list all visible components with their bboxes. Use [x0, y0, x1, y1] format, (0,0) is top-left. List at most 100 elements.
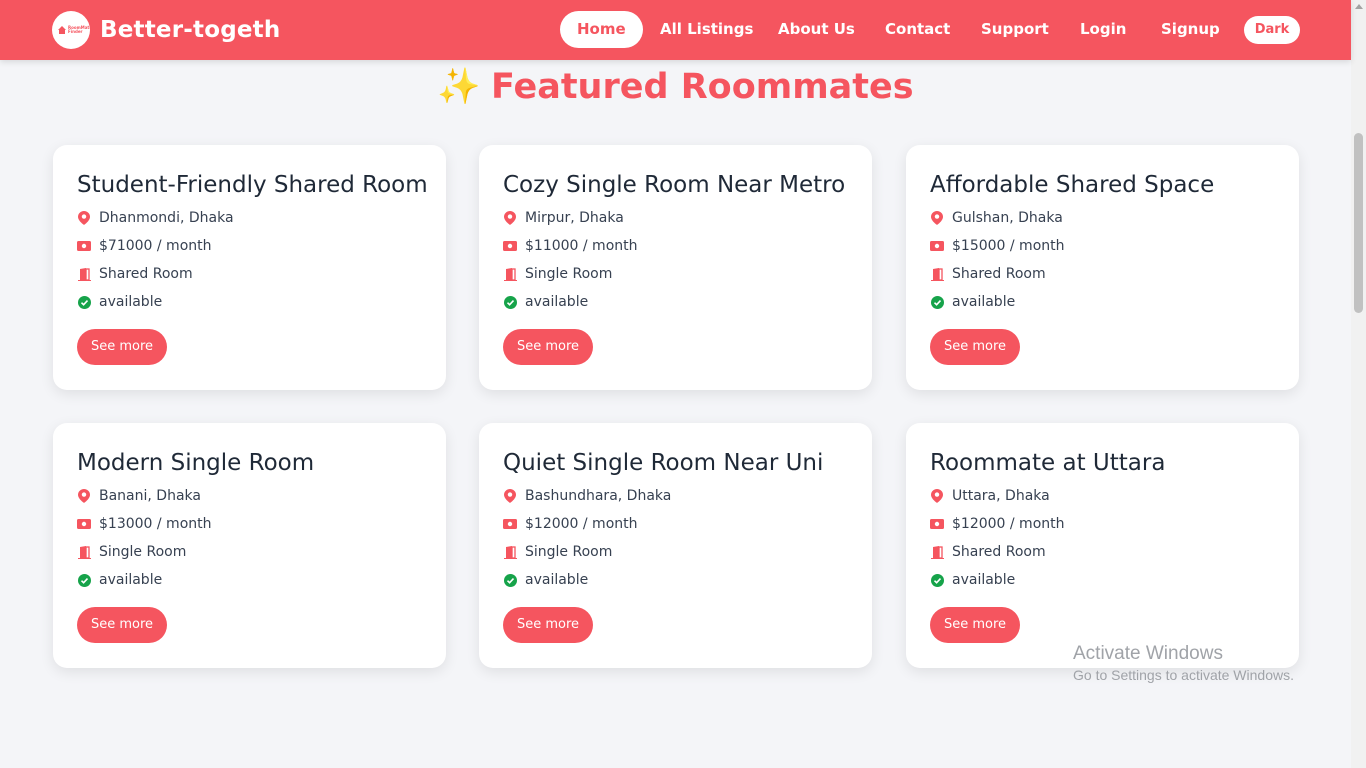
listing-availability: available: [77, 293, 162, 311]
location-text: Uttara, Dhaka: [952, 488, 1050, 504]
listing-availability: available: [77, 571, 162, 589]
listing-room-type: Single Room: [503, 265, 612, 283]
listing-card: Cozy Single Room Near Metro Mirpur, Dhak…: [479, 145, 872, 390]
rent-text: $12000 / month: [525, 516, 638, 532]
see-more-button[interactable]: See more: [503, 607, 593, 643]
nav-link-signup[interactable]: Signup: [1161, 11, 1220, 48]
map-pin-icon: [503, 211, 517, 225]
see-more-button[interactable]: See more: [503, 329, 593, 365]
room-type-text: Single Room: [525, 544, 613, 560]
see-more-button[interactable]: See more: [930, 607, 1020, 643]
money-icon: [930, 517, 944, 531]
brand-name: Better-togeth: [100, 17, 281, 43]
navbar: RoomMate Finder Better-togeth Home All L…: [0, 0, 1351, 60]
listing-location: Banani, Dhaka: [77, 487, 201, 505]
check-circle-icon: [77, 573, 91, 587]
scrollbar-thumb[interactable]: [1354, 133, 1363, 313]
listing-rent: $13000 / month: [77, 515, 212, 533]
listing-availability: available: [503, 571, 588, 589]
listing-room-type: Shared Room: [930, 265, 1046, 283]
watermark-title: Activate Windows: [1073, 643, 1223, 664]
section-title: ✨ Featured Roommates: [0, 64, 1351, 110]
nav-link-all-listings[interactable]: All Listings: [660, 11, 753, 48]
nav-link-home[interactable]: Home: [560, 11, 643, 48]
rent-text: $11000 / month: [525, 238, 638, 254]
house-icon: [58, 26, 66, 34]
listing-title: Modern Single Room: [77, 450, 315, 476]
nav-link-support[interactable]: Support: [981, 11, 1049, 48]
room-type-text: Single Room: [99, 544, 187, 560]
location-text: Dhanmondi, Dhaka: [99, 210, 234, 226]
logo: RoomMate Finder: [52, 11, 90, 49]
sparkles-icon: ✨: [437, 67, 481, 107]
door-icon: [503, 545, 517, 559]
nav-link-contact[interactable]: Contact: [885, 11, 950, 48]
money-icon: [77, 239, 91, 253]
listing-rent: $11000 / month: [503, 237, 638, 255]
location-text: Gulshan, Dhaka: [952, 210, 1063, 226]
check-circle-icon: [503, 295, 517, 309]
nav-link-login[interactable]: Login: [1080, 11, 1126, 48]
activate-windows-watermark: Activate Windows Go to Settings to activ…: [1073, 643, 1294, 685]
rent-text: $12000 / month: [952, 516, 1065, 532]
listing-card: Affordable Shared Space Gulshan, Dhaka $…: [906, 145, 1299, 390]
listing-card: Quiet Single Room Near Uni Bashundhara, …: [479, 423, 872, 668]
listing-availability: available: [930, 293, 1015, 311]
availability-text: available: [525, 294, 589, 310]
listing-title: Student-Friendly Shared Room: [77, 172, 428, 198]
listing-room-type: Single Room: [77, 543, 186, 561]
listing-room-type: Single Room: [503, 543, 612, 561]
dark-mode-toggle[interactable]: Dark: [1244, 16, 1300, 44]
listing-title: Cozy Single Room Near Metro: [503, 172, 846, 198]
check-circle-icon: [930, 295, 944, 309]
door-icon: [930, 267, 944, 281]
listing-rent: $71000 / month: [77, 237, 212, 255]
map-pin-icon: [77, 489, 91, 503]
nav-link-about-us[interactable]: About Us: [778, 11, 855, 48]
availability-text: available: [952, 572, 1016, 588]
check-circle-icon: [77, 295, 91, 309]
door-icon: [77, 545, 91, 559]
room-type-text: Shared Room: [99, 266, 193, 282]
availability-text: available: [99, 294, 163, 310]
listing-card: Modern Single Room Banani, Dhaka $13000 …: [53, 423, 446, 668]
check-circle-icon: [503, 573, 517, 587]
vertical-scrollbar[interactable]: [1351, 0, 1366, 768]
listing-location: Uttara, Dhaka: [930, 487, 1050, 505]
logo-text: RoomMate Finder: [68, 24, 90, 34]
listing-card: Student-Friendly Shared Room Dhanmondi, …: [53, 145, 446, 390]
location-text: Bashundhara, Dhaka: [525, 488, 672, 504]
see-more-button[interactable]: See more: [930, 329, 1020, 365]
listing-rent: $12000 / month: [930, 515, 1065, 533]
scroll-up-arrow-icon[interactable]: [1355, 4, 1363, 9]
location-text: Banani, Dhaka: [99, 488, 201, 504]
listing-room-type: Shared Room: [77, 265, 193, 283]
watermark-subtitle: Go to Settings to activate Windows.: [1073, 667, 1294, 683]
listing-availability: available: [930, 571, 1015, 589]
money-icon: [930, 239, 944, 253]
money-icon: [503, 517, 517, 531]
rent-text: $71000 / month: [99, 238, 212, 254]
money-icon: [77, 517, 91, 531]
page: RoomMate Finder Better-togeth Home All L…: [0, 0, 1366, 768]
listing-title: Quiet Single Room Near Uni: [503, 450, 824, 476]
see-more-button[interactable]: See more: [77, 607, 167, 643]
door-icon: [930, 545, 944, 559]
door-icon: [503, 267, 517, 281]
map-pin-icon: [930, 489, 944, 503]
listing-availability: available: [503, 293, 588, 311]
listing-title: Affordable Shared Space: [930, 172, 1215, 198]
room-type-text: Single Room: [525, 266, 613, 282]
brand[interactable]: RoomMate Finder Better-togeth: [52, 11, 280, 49]
listing-title: Roommate at Uttara: [930, 450, 1166, 476]
listing-location: Gulshan, Dhaka: [930, 209, 1063, 227]
availability-text: available: [952, 294, 1016, 310]
rent-text: $13000 / month: [99, 516, 212, 532]
location-text: Mirpur, Dhaka: [525, 210, 624, 226]
listing-room-type: Shared Room: [930, 543, 1046, 561]
listing-rent: $15000 / month: [930, 237, 1065, 255]
money-icon: [503, 239, 517, 253]
map-pin-icon: [503, 489, 517, 503]
listing-rent: $12000 / month: [503, 515, 638, 533]
see-more-button[interactable]: See more: [77, 329, 167, 365]
